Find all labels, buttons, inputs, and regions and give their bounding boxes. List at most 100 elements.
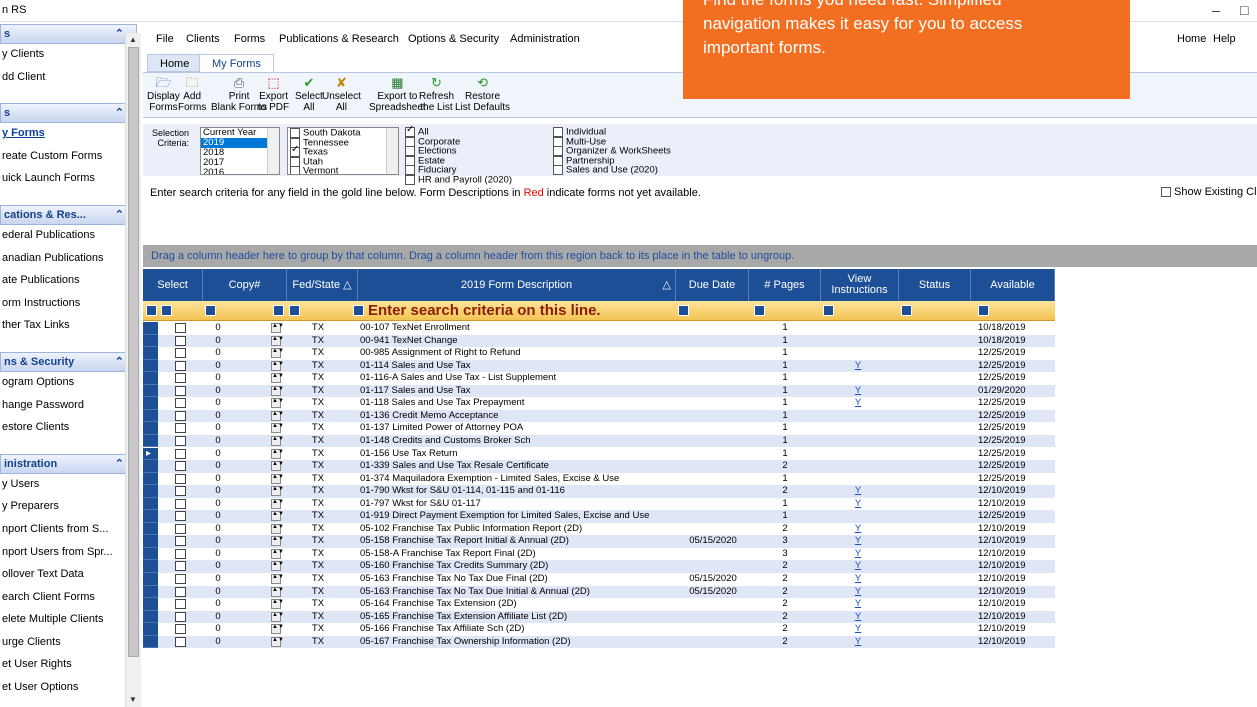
row-indicator[interactable] — [143, 322, 158, 335]
sidebar-item[interactable]: y Clients — [0, 44, 142, 67]
sidebar-group-header[interactable]: s ⌃ — [0, 24, 137, 44]
copy-spinner-icon[interactable]: ▲▼ — [271, 373, 284, 384]
copy-spinner-icon[interactable]: ▲▼ — [271, 574, 284, 584]
row-indicator[interactable] — [143, 535, 158, 548]
checkbox-icon[interactable] — [1161, 187, 1171, 198]
copy-spinner-icon[interactable]: ▲▼ — [271, 486, 284, 497]
column-header-description[interactable]: 2019 Form Description △ — [358, 269, 676, 301]
row-select-checkbox[interactable] — [175, 561, 186, 572]
row-indicator[interactable] — [143, 573, 158, 586]
export-pdf-button[interactable]: ⬚ Export to PDF — [258, 76, 289, 114]
row-indicator[interactable] — [143, 472, 158, 486]
column-header-fedstate[interactable]: Fed/State △ — [287, 269, 358, 301]
checkbox-icon[interactable] — [290, 156, 300, 167]
copy-spinner-icon[interactable]: ▲▼ — [271, 448, 284, 459]
row-select-checkbox[interactable] — [175, 335, 186, 346]
sidebar-group-header[interactable]: cations & Res... ⌃ — [0, 204, 137, 225]
table-row[interactable]: 0 ▲▼ TX 01-374 Maquiladora Exemption - Limi… — [143, 472, 1055, 486]
sidebar-item[interactable]: y Preparers — [0, 496, 142, 519]
state-option[interactable]: Vermont — [288, 166, 398, 174]
copy-spinner-icon[interactable]: ▲▼ — [271, 498, 284, 509]
view-instructions-link[interactable]: Y — [843, 636, 873, 648]
column-header-select[interactable]: Select — [143, 269, 203, 301]
table-row[interactable]: 0 ▲▼ TX 05-158-A Franchise Tax Report Final… — [143, 547, 1055, 561]
table-row[interactable]: 0 ▲▼ TX 01-919 Direct Payment Exemption for… — [143, 510, 1055, 523]
row-select-checkbox[interactable] — [175, 636, 186, 647]
row-select-checkbox[interactable] — [175, 574, 186, 584]
minimize-button[interactable]: – — [1212, 2, 1220, 18]
checkbox-icon[interactable] — [553, 155, 563, 166]
collapse-chevron-icon[interactable]: ⌃ — [115, 355, 124, 368]
table-row[interactable]: 0 ▲▼ TX 01-339 Sales and Use Tax Resale Cer… — [143, 460, 1055, 473]
column-header-copy[interactable]: Copy# — [203, 269, 287, 301]
row-indicator[interactable] — [143, 397, 158, 410]
view-instructions-link[interactable]: Y — [843, 535, 873, 547]
sidebar-item[interactable]: et User Options — [0, 677, 142, 700]
sidebar-item[interactable]: y Forms — [0, 123, 142, 146]
row-select-checkbox[interactable] — [175, 611, 186, 622]
row-select-checkbox[interactable] — [175, 586, 186, 597]
table-row[interactable]: 0 ▲▼ TX 01-148 Credits and Customs Broker S… — [143, 434, 1055, 448]
sidebar-group-header[interactable]: s ⌃ — [0, 103, 137, 124]
menu-file[interactable]: File — [156, 33, 174, 45]
copy-spinner-icon[interactable]: ▲▼ — [271, 473, 284, 484]
sidebar-item[interactable]: nport Clients from S... — [0, 519, 142, 542]
collapse-chevron-icon[interactable]: ⌃ — [115, 27, 124, 40]
row-indicator[interactable] — [143, 460, 158, 473]
table-row[interactable]: 0 ▲▼ TX 01-790 Wkst for S&U 01-114, 01-115 … — [143, 485, 1055, 498]
filter-select-icon[interactable] — [161, 305, 172, 316]
filter-view-icon[interactable] — [823, 305, 834, 316]
scroll-up-icon[interactable]: ▲ — [129, 35, 137, 44]
form-type-option[interactable]: HR and Payroll (2020) — [405, 174, 545, 185]
scroll-thumb[interactable] — [128, 47, 139, 657]
table-row[interactable]: 0 ▲▼ TX 01-114 Sales and Use Tax 1 Y 12/25/201… — [143, 359, 1055, 373]
sidebar-item[interactable]: hange Password — [0, 395, 142, 418]
row-indicator[interactable] — [143, 485, 158, 498]
filter-available-icon[interactable] — [978, 305, 989, 316]
table-row[interactable]: 0 ▲▼ TX 01-797 Wkst for S&U 01-117 1 Y 12/10/2… — [143, 497, 1055, 511]
unselect-all-button[interactable]: ✘ Unselect All — [322, 76, 361, 114]
column-header-status[interactable]: Status — [899, 269, 971, 301]
view-instructions-link[interactable]: Y — [843, 598, 873, 610]
collapse-chevron-icon[interactable]: ⌃ — [115, 208, 124, 221]
sidebar-item[interactable]: estore Clients — [0, 417, 142, 440]
sidebar-item[interactable]: ther Tax Links — [0, 315, 142, 338]
table-row[interactable]: 0 ▲▼ TX 01-116-A Sales and Use Tax - List S… — [143, 372, 1055, 385]
row-indicator[interactable] — [143, 598, 158, 611]
sidebar-group-header[interactable]: inistration ⌃ — [0, 453, 137, 474]
row-select-checkbox[interactable] — [175, 435, 186, 446]
table-row[interactable]: ▸ 0 ▲▼ TX 01-156 Use Tax Return 1 12/25/2019 — [143, 447, 1055, 461]
table-row[interactable]: 0 ▲▼ TX 00-941 TexNet Change 1 10/18/2019 — [143, 334, 1055, 348]
copy-spinner-icon[interactable]: ▲▼ — [271, 335, 284, 346]
menu-options[interactable]: Options & Security — [408, 33, 499, 45]
row-indicator[interactable] — [143, 560, 158, 573]
export-spreadsheet-button[interactable]: ▦ Export to Spreadsheet — [369, 76, 426, 114]
row-indicator[interactable] — [143, 623, 158, 636]
copy-spinner-icon[interactable]: ▲▼ — [271, 636, 284, 647]
table-row[interactable]: 0 ▲▼ TX 05-160 Franchise Tax Credits Summar… — [143, 560, 1055, 573]
select-all-button[interactable]: ✔ Select All — [295, 76, 323, 114]
copy-spinner-icon[interactable]: ▲▼ — [271, 360, 284, 371]
copy-spinner-icon[interactable]: ▲▼ — [271, 561, 284, 572]
copy-spinner-icon[interactable]: ▲▼ — [271, 624, 284, 635]
checkbox-icon[interactable] — [290, 128, 300, 138]
table-row[interactable]: 0 ▲▼ TX 05-165 Franchise Tax Extension Affi… — [143, 610, 1055, 624]
row-indicator[interactable] — [143, 359, 158, 373]
row-indicator[interactable] — [143, 522, 158, 536]
row-indicator[interactable] — [143, 372, 158, 385]
row-select-checkbox[interactable] — [175, 536, 186, 547]
scroll-down-icon[interactable]: ▼ — [129, 695, 137, 704]
row-indicator[interactable] — [143, 384, 158, 398]
checkbox-icon[interactable] — [290, 166, 300, 174]
column-header-view-instructions[interactable]: View Instructions — [821, 269, 899, 301]
menu-forms[interactable]: Forms — [234, 33, 265, 45]
menu-administration[interactable]: Administration — [510, 33, 580, 45]
checkbox-icon[interactable] — [553, 146, 563, 157]
filter-status-icon[interactable] — [901, 305, 912, 316]
view-instructions-link[interactable]: Y — [843, 523, 873, 535]
row-select-checkbox[interactable] — [175, 548, 186, 559]
filter-description-icon[interactable] — [353, 305, 364, 316]
row-indicator[interactable] — [143, 422, 158, 435]
collapse-chevron-icon[interactable]: ⌃ — [115, 457, 124, 470]
state-listbox[interactable]: South DakotaTennesseeTexasUtahVermontVir… — [287, 127, 399, 175]
